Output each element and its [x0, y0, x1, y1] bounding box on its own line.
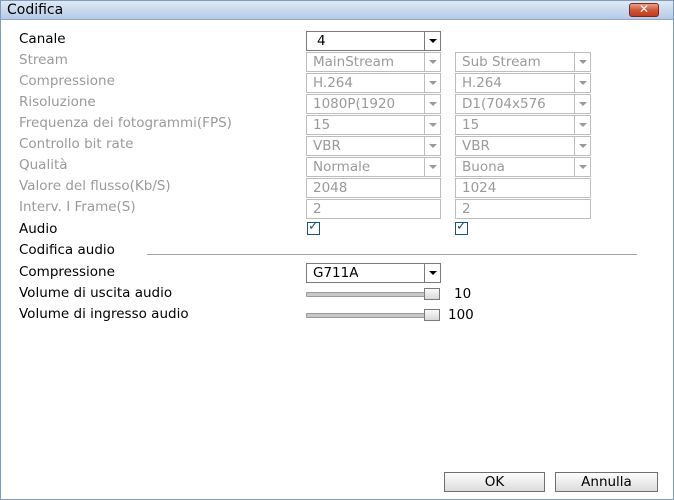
label-iframe-interval: Interv. I Frame(S): [19, 199, 136, 215]
label-bitrate-control: Controllo bit rate: [19, 136, 134, 152]
main-bitrate-control-value: VBR: [313, 138, 341, 154]
chevron-down-icon[interactable]: [424, 137, 440, 155]
sub-bitrate-control-select[interactable]: VBR: [455, 136, 591, 156]
chevron-down-icon[interactable]: [424, 74, 440, 92]
label-output-volume: Volume di uscita audio: [19, 285, 173, 301]
main-compression-select[interactable]: H.264: [306, 73, 441, 93]
sub-stream-value: Sub Stream: [462, 54, 541, 70]
sub-stream-select[interactable]: Sub Stream: [455, 52, 591, 72]
sub-fps-select[interactable]: 15: [455, 115, 591, 135]
chevron-down-icon[interactable]: [424, 32, 440, 50]
output-volume-slider[interactable]: [306, 292, 440, 297]
output-volume-value: 10: [454, 286, 472, 302]
chevron-down-icon[interactable]: [424, 158, 440, 176]
close-button[interactable]: ✕: [629, 2, 659, 17]
label-stream: Stream: [19, 52, 68, 68]
sub-audio-checkbox[interactable]: ✓: [455, 219, 468, 235]
audio-compression-value: G711A: [313, 265, 359, 281]
chevron-down-icon[interactable]: [424, 116, 440, 134]
label-input-volume: Volume di ingresso audio: [19, 306, 189, 322]
sub-compression-value: H.264: [462, 75, 502, 91]
channel-select[interactable]: 4: [306, 31, 441, 51]
chevron-down-icon[interactable]: [574, 116, 590, 134]
input-volume-value: 100: [448, 307, 474, 323]
chevron-down-icon[interactable]: [574, 95, 590, 113]
sub-quality-select[interactable]: Buona: [455, 157, 591, 177]
chevron-down-icon[interactable]: [424, 95, 440, 113]
label-resolution: Risoluzione: [19, 94, 96, 110]
audio-section-title: Codifica audio: [19, 242, 115, 258]
main-stream-select[interactable]: MainStream: [306, 52, 441, 72]
input-volume-thumb[interactable]: [424, 309, 440, 321]
main-audio-checkbox[interactable]: ✓: [307, 219, 320, 235]
output-volume-thumb[interactable]: [424, 288, 440, 300]
sub-resolution-select[interactable]: D1(704x576: [455, 94, 591, 114]
main-bitrate-value-input[interactable]: 2048: [306, 178, 441, 198]
chevron-down-icon[interactable]: [574, 74, 590, 92]
check-icon: ✓: [308, 219, 319, 234]
label-audio-compression: Compressione: [19, 264, 115, 280]
audio-compression-select[interactable]: G711A: [306, 263, 441, 283]
main-resolution-select[interactable]: 1080P(1920: [306, 94, 441, 114]
main-iframe-interval-input[interactable]: 2: [306, 199, 441, 219]
sub-quality-value: Buona: [462, 159, 505, 175]
sub-compression-select[interactable]: H.264: [455, 73, 591, 93]
chevron-down-icon[interactable]: [574, 53, 590, 71]
ok-button[interactable]: OK: [444, 472, 545, 492]
encoding-dialog: Codifica ✕ Canale Stream Compressione Ri…: [0, 0, 674, 500]
main-compression-value: H.264: [313, 75, 353, 91]
check-icon: ✓: [456, 219, 467, 234]
chevron-down-icon[interactable]: [574, 137, 590, 155]
sub-fps-value: 15: [462, 117, 480, 133]
label-fps: Frequenza dei fotogrammi(FPS): [19, 115, 232, 131]
input-volume-fill: [307, 314, 439, 317]
cancel-button[interactable]: Annulla: [555, 472, 658, 492]
close-icon: ✕: [638, 2, 650, 16]
label-compression: Compressione: [19, 73, 115, 89]
chevron-down-icon[interactable]: [424, 53, 440, 71]
main-iframe-interval-value: 2: [313, 201, 322, 217]
title-bar[interactable]: Codifica ✕: [1, 1, 673, 20]
sub-iframe-interval-input[interactable]: 2: [455, 199, 591, 219]
channel-value: 4: [317, 33, 326, 49]
input-volume-slider[interactable]: [306, 313, 440, 318]
window-title: Codifica: [7, 2, 64, 18]
main-stream-value: MainStream: [313, 54, 395, 70]
main-fps-value: 15: [313, 117, 331, 133]
sub-bitrate-value: 1024: [462, 180, 497, 196]
main-bitrate-control-select[interactable]: VBR: [306, 136, 441, 156]
main-quality-value: Normale: [313, 159, 371, 175]
main-quality-select[interactable]: Normale: [306, 157, 441, 177]
section-divider: [147, 254, 637, 255]
sub-iframe-interval-value: 2: [462, 201, 471, 217]
chevron-down-icon[interactable]: [574, 158, 590, 176]
output-volume-fill: [307, 293, 439, 296]
label-audio: Audio: [19, 221, 58, 237]
label-bitrate-value: Valore del flusso(Kb/S): [19, 178, 171, 194]
main-fps-select[interactable]: 15: [306, 115, 441, 135]
label-channel: Canale: [19, 31, 66, 47]
main-resolution-value: 1080P(1920: [313, 96, 396, 112]
sub-bitrate-value-input[interactable]: 1024: [455, 178, 591, 198]
label-quality: Qualità: [19, 157, 68, 173]
sub-resolution-value: D1(704x576: [462, 96, 546, 112]
main-bitrate-value: 2048: [313, 180, 348, 196]
sub-bitrate-control-value: VBR: [462, 138, 490, 154]
chevron-down-icon[interactable]: [424, 264, 440, 282]
